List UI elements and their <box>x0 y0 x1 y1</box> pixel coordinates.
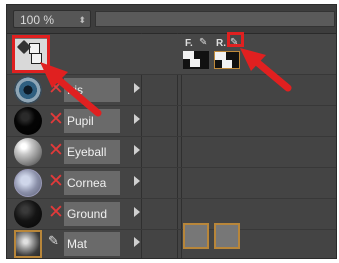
close-icon[interactable]: ✕ <box>48 110 64 129</box>
material-preview-pupil[interactable] <box>14 107 42 135</box>
layer-header-row <box>7 34 336 74</box>
material-name: Iris <box>67 83 83 97</box>
material-row[interactable]: ✕ Cornea <box>7 168 336 198</box>
material-preview-cornea[interactable] <box>14 169 42 197</box>
material-name-cell[interactable]: Pupil <box>64 109 120 133</box>
updown-chevron-icon[interactable]: ⬍ <box>78 11 86 29</box>
material-name-cell[interactable]: Eyeball <box>64 140 120 164</box>
material-name-cell[interactable]: Ground <box>64 202 120 226</box>
material-slot-f[interactable] <box>183 223 209 249</box>
material-slot-r[interactable] <box>214 223 240 249</box>
expand-arrow-icon[interactable] <box>134 176 140 186</box>
checker-swatch-icon <box>214 51 240 69</box>
material-preview-ground[interactable] <box>14 200 42 228</box>
expand-arrow-icon[interactable] <box>134 145 140 155</box>
close-icon[interactable]: ✕ <box>48 172 64 191</box>
expand-arrow-icon[interactable] <box>134 83 140 93</box>
close-icon[interactable]: ✕ <box>48 141 64 160</box>
material-name: Eyeball <box>67 145 107 159</box>
material-name: Pupil <box>67 114 94 128</box>
material-row[interactable]: ✕ Pupil <box>7 106 336 136</box>
column-header-f[interactable]: F. ✎ <box>183 37 211 70</box>
zoom-value: 100 % <box>20 13 55 27</box>
expand-arrow-icon[interactable] <box>134 114 140 124</box>
material-name-cell[interactable]: Mat <box>64 232 120 256</box>
close-icon[interactable]: ✕ <box>48 79 64 98</box>
material-name-cell[interactable]: Iris <box>64 78 120 102</box>
expand-arrow-icon[interactable] <box>134 237 140 247</box>
material-name: Ground <box>67 207 108 221</box>
material-row[interactable]: ✕ Ground <box>7 199 336 229</box>
highlight-box <box>227 32 244 47</box>
material-manager-panel: 100 % ⬍ F. ✎ R. ✎ ✕ Iris ✕ Pupil ✕ Eyeba… <box>6 4 337 259</box>
material-name: Cornea <box>67 176 107 190</box>
close-icon[interactable]: ✕ <box>48 203 64 222</box>
material-row[interactable]: ✕ Iris <box>7 75 336 105</box>
highlight-box <box>12 35 50 73</box>
material-name: Mat <box>67 237 88 251</box>
material-row[interactable]: ✕ Eyeball <box>7 137 336 167</box>
material-preview-eyeball[interactable] <box>14 138 42 166</box>
checker-swatch-icon <box>183 51 209 69</box>
column-label: R. <box>216 38 226 49</box>
expand-arrow-icon[interactable] <box>134 207 140 217</box>
timeline-bar[interactable] <box>95 11 335 27</box>
material-row-selected[interactable]: ✎ Mat <box>7 229 336 258</box>
material-preview-iris[interactable] <box>14 76 42 104</box>
material-name-cell[interactable]: Cornea <box>64 171 120 195</box>
zoom-field[interactable]: 100 % ⬍ <box>13 10 91 28</box>
material-preview-mat[interactable] <box>14 230 42 258</box>
column-label: F. <box>185 38 193 49</box>
pencil-icon: ✎ <box>199 37 208 48</box>
pencil-icon[interactable]: ✎ <box>48 233 59 249</box>
toolbar: 100 % ⬍ <box>7 5 336 34</box>
